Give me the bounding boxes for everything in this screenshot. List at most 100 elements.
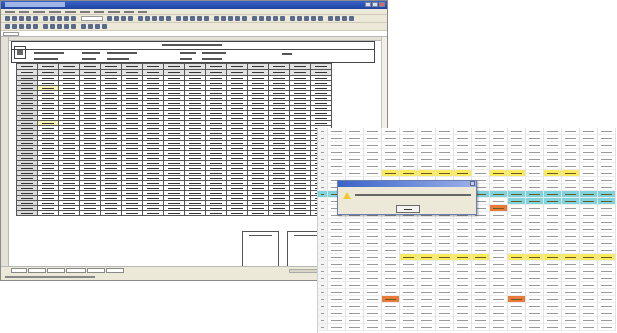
menu-item[interactable] [124, 11, 134, 13]
menu-item[interactable] [5, 11, 15, 13]
toolbar-button-icon[interactable] [318, 16, 323, 21]
toolbar-button-icon[interactable] [88, 24, 93, 29]
toolbar-button-icon[interactable] [221, 16, 226, 21]
toolbar-button-icon[interactable] [266, 16, 271, 21]
toolbar-button-icon[interactable] [26, 24, 31, 29]
sheet-tab[interactable] [87, 268, 105, 273]
table-cell[interactable] [79, 210, 101, 216]
toolbar-button-icon[interactable] [311, 16, 316, 21]
toolbar-button-icon[interactable] [19, 24, 24, 29]
toolbar-button-icon[interactable] [166, 16, 171, 21]
toolbar-button-icon[interactable] [197, 16, 202, 21]
toolbar-button-icon[interactable] [57, 16, 62, 21]
toolbar-button-icon[interactable] [214, 16, 219, 21]
toolbar-button-icon[interactable] [290, 16, 295, 21]
grid-cell [526, 233, 544, 240]
toolbar-button-icon[interactable] [71, 16, 76, 21]
toolbar-button-icon[interactable] [121, 16, 126, 21]
menu-item[interactable] [33, 11, 45, 13]
toolbar-button-icon[interactable] [64, 24, 69, 29]
toolbar-button-icon[interactable] [102, 24, 107, 29]
grid-cell [400, 142, 418, 149]
toolbar-button-icon[interactable] [50, 16, 55, 21]
sheet-tab[interactable] [66, 268, 86, 273]
menu-item[interactable] [94, 11, 104, 13]
toolbar-button-icon[interactable] [252, 16, 257, 21]
toolbar-button-icon[interactable] [304, 16, 309, 21]
font-size-select[interactable] [81, 16, 103, 21]
table-cell[interactable] [142, 210, 164, 216]
toolbar-button-icon[interactable] [328, 16, 333, 21]
toolbar-button-icon[interactable] [335, 16, 340, 21]
menu-item[interactable] [138, 11, 147, 13]
toolbar-button-icon[interactable] [342, 16, 347, 21]
toolbar-button-icon[interactable] [114, 16, 119, 21]
toolbar-button-icon[interactable] [43, 24, 48, 29]
toolbar-button-icon[interactable] [297, 16, 302, 21]
toolbar-button-icon[interactable] [190, 16, 195, 21]
sheet-tab[interactable] [28, 268, 46, 273]
toolbar-button-icon[interactable] [235, 16, 240, 21]
toolbar-button-icon[interactable] [19, 16, 24, 21]
toolbar-button-icon[interactable] [273, 16, 278, 21]
toolbar-button-icon[interactable] [12, 24, 17, 29]
table-cell[interactable] [205, 210, 227, 216]
table-cell[interactable] [289, 210, 311, 216]
grid-cell [562, 261, 580, 268]
menu-item[interactable] [80, 11, 90, 13]
toolbar-button-icon[interactable] [33, 24, 38, 29]
toolbar-button-icon[interactable] [152, 16, 157, 21]
menu-item[interactable] [108, 11, 120, 13]
sheet-tab[interactable] [106, 268, 124, 273]
toolbar-button-icon[interactable] [5, 24, 10, 29]
toolbar-button-icon[interactable] [183, 16, 188, 21]
table-cell[interactable] [100, 210, 122, 216]
toolbar-button-icon[interactable] [71, 24, 76, 29]
table-cell[interactable] [184, 210, 206, 216]
table-cell[interactable] [58, 210, 80, 216]
table-cell[interactable] [247, 210, 269, 216]
menu-item[interactable] [65, 11, 76, 13]
toolbar-button-icon[interactable] [176, 16, 181, 21]
toolbar-button-icon[interactable] [228, 16, 233, 21]
table-cell[interactable] [163, 210, 185, 216]
sheet-tab[interactable] [47, 268, 65, 273]
minimize-icon[interactable] [365, 2, 371, 7]
table-cell[interactable] [226, 210, 248, 216]
toolbar-button-icon[interactable] [26, 16, 31, 21]
menu-item[interactable] [19, 11, 29, 13]
toolbar-button-icon[interactable] [138, 16, 143, 21]
toolbar-button-icon[interactable] [159, 16, 164, 21]
toolbar-button-icon[interactable] [81, 24, 86, 29]
table-cell[interactable] [121, 210, 143, 216]
ok-button[interactable] [396, 205, 420, 213]
row-headers[interactable] [1, 37, 9, 266]
toolbar-button-icon[interactable] [128, 16, 133, 21]
toolbar-button-icon[interactable] [57, 24, 62, 29]
toolbar-button-icon[interactable] [204, 16, 209, 21]
toolbar-button-icon[interactable] [242, 16, 247, 21]
table-cell[interactable] [16, 210, 38, 216]
table-cell[interactable] [37, 210, 59, 216]
toolbar-button-icon[interactable] [349, 16, 354, 21]
toolbar-button-icon[interactable] [33, 16, 38, 21]
toolbar-button-icon[interactable] [50, 24, 55, 29]
grid-cell [490, 184, 508, 191]
toolbar-button-icon[interactable] [12, 16, 17, 21]
toolbar-button-icon[interactable] [5, 16, 10, 21]
toolbar-button-icon[interactable] [107, 16, 112, 21]
table-cell[interactable] [268, 210, 290, 216]
close-icon[interactable] [470, 181, 475, 186]
toolbar-button-icon[interactable] [145, 16, 150, 21]
name-box[interactable] [3, 32, 19, 36]
grid-cell [382, 275, 400, 282]
sheet-tab[interactable] [11, 268, 27, 273]
toolbar-button-icon[interactable] [64, 16, 69, 21]
toolbar-button-icon[interactable] [43, 16, 48, 21]
toolbar-button-icon[interactable] [95, 24, 100, 29]
close-icon[interactable] [379, 2, 385, 7]
menu-item[interactable] [49, 11, 61, 13]
toolbar-button-icon[interactable] [280, 16, 285, 21]
toolbar-button-icon[interactable] [259, 16, 264, 21]
maximize-icon[interactable] [372, 2, 378, 7]
